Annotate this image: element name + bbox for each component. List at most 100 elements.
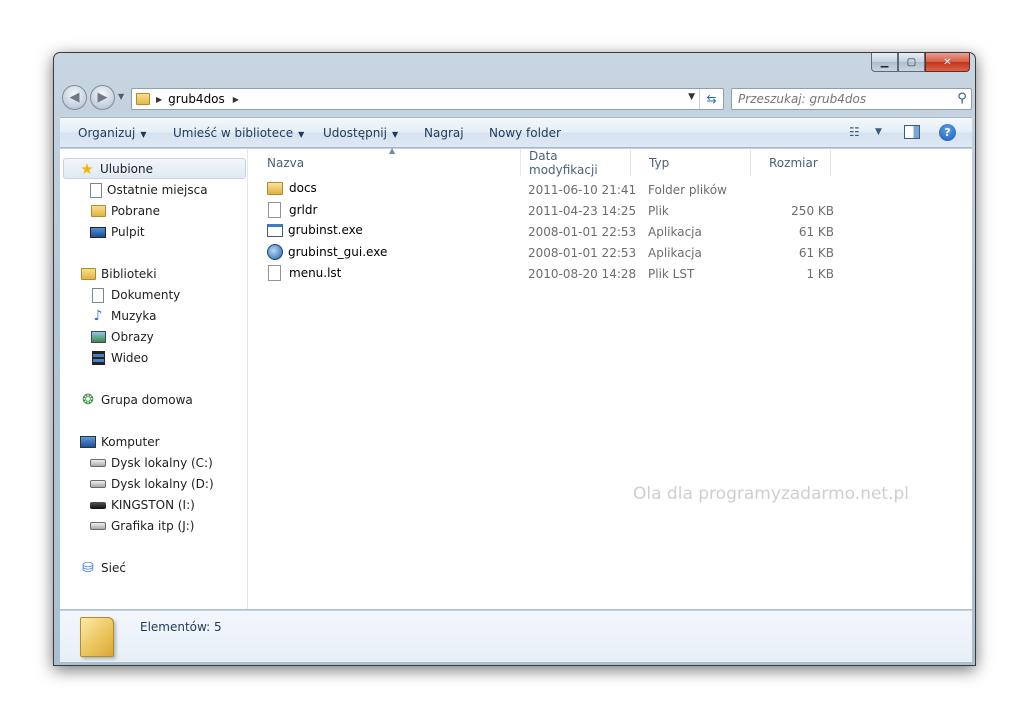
back-button[interactable]: ◀ bbox=[62, 85, 87, 110]
libraries-icon bbox=[80, 268, 96, 280]
sidebar-item-desktop[interactable]: Pulpit bbox=[90, 222, 145, 242]
sidebar-item-label: Komputer bbox=[101, 435, 160, 449]
search-icon[interactable]: ⚲ bbox=[953, 91, 967, 106]
sidebar-item-label: Sieć bbox=[101, 561, 126, 575]
breadcrumb-grub4dos[interactable]: grub4dos bbox=[168, 92, 225, 106]
file-size: 1 KB bbox=[806, 267, 834, 281]
file-type: Folder plików bbox=[648, 183, 727, 197]
burn-button[interactable]: Nagraj bbox=[424, 126, 464, 140]
usb-drive-icon bbox=[90, 501, 106, 509]
sidebar-item-label: Obrazy bbox=[111, 330, 154, 344]
table-row[interactable]: grubinst.exe 2008-01-01 22:53 Aplikacja … bbox=[249, 221, 972, 242]
table-row[interactable]: grubinst_gui.exe 2008-01-01 22:53 Aplika… bbox=[249, 242, 972, 263]
file-size: 61 KB bbox=[798, 246, 834, 260]
sidebar-item-computer[interactable]: Komputer bbox=[80, 432, 160, 452]
chevron-down-icon: ▼ bbox=[298, 130, 305, 139]
navigation-pane: ★ Ulubione Ostatnie miejsca Pobrane Pulp… bbox=[60, 149, 248, 609]
column-header-date[interactable]: Data modyfikacji bbox=[511, 148, 631, 177]
breadcrumb-chevron-icon[interactable]: ▶ bbox=[156, 95, 162, 104]
sidebar-item-homegroup[interactable]: ❂ Grupa domowa bbox=[80, 390, 193, 410]
sidebar-item-drive-i[interactable]: KINGSTON (I:) bbox=[90, 495, 195, 515]
sidebar-item-label: Pulpit bbox=[111, 225, 145, 239]
sidebar-item-music[interactable]: ♪ Muzyka bbox=[90, 306, 157, 326]
favorites-label: Ulubione bbox=[100, 161, 154, 176]
recent-pages-dropdown[interactable]: ▼ bbox=[118, 92, 124, 101]
file-size: 250 KB bbox=[791, 204, 834, 218]
address-dropdown-icon[interactable]: ▼ bbox=[688, 92, 695, 102]
computer-icon bbox=[80, 436, 96, 448]
file-name: docs bbox=[289, 181, 317, 195]
sidebar-item-label: Wideo bbox=[111, 351, 149, 365]
preview-pane-icon[interactable] bbox=[904, 125, 920, 139]
recent-places-icon bbox=[90, 182, 102, 198]
view-options-icon[interactable]: ☷ bbox=[849, 125, 860, 139]
organize-button[interactable]: Organizuj ▼ bbox=[78, 126, 146, 140]
refresh-icon[interactable]: ⇆ bbox=[699, 89, 723, 109]
network-icon: ⛁ bbox=[82, 560, 94, 576]
hard-drive-icon bbox=[90, 522, 106, 530]
file-type: Plik bbox=[648, 204, 669, 218]
help-button[interactable]: ? bbox=[939, 124, 956, 141]
folder-icon bbox=[136, 93, 150, 105]
share-button[interactable]: Udostępnij ▼ bbox=[323, 126, 398, 140]
table-row[interactable]: docs 2011-06-10 21:41 Folder plików bbox=[249, 179, 972, 200]
maximize-button[interactable]: ▢ bbox=[898, 53, 925, 72]
address-bar[interactable]: ▶ grub4dos ▶ ▼ ⇆ bbox=[131, 88, 724, 110]
column-header-label: Data modyfikacji bbox=[529, 148, 598, 177]
table-row[interactable]: grldr 2011-04-23 14:25 Plik 250 KB bbox=[249, 200, 972, 221]
share-label: Udostępnij bbox=[323, 126, 387, 140]
sidebar-item-drive-j[interactable]: Grafika itp (J:) bbox=[90, 516, 194, 536]
homegroup-icon: ❂ bbox=[82, 392, 94, 408]
content-area: ★ Ulubione Ostatnie miejsca Pobrane Pulp… bbox=[60, 146, 972, 609]
explorer-window: ▁ ▢ ✕ ◀ ▶ ▼ ▶ grub4dos ▶ ▼ ⇆ ⚲ Organizuj… bbox=[53, 52, 976, 666]
file-size: 61 KB bbox=[798, 225, 834, 239]
include-library-label: Umieść w bibliotece bbox=[173, 126, 294, 140]
organize-label: Organizuj bbox=[78, 126, 136, 140]
forward-button[interactable]: ▶ bbox=[90, 85, 115, 110]
column-header-type[interactable]: Typ bbox=[631, 149, 751, 176]
file-type: Aplikacja bbox=[648, 225, 702, 239]
system-drive-icon bbox=[90, 459, 106, 467]
item-count: Elementów: 5 bbox=[140, 620, 222, 634]
table-row[interactable]: menu.lst 2010-08-20 14:28 Plik LST 1 KB bbox=[249, 263, 972, 284]
search-input[interactable] bbox=[731, 88, 972, 110]
file-name: grubinst_gui.exe bbox=[288, 245, 388, 259]
view-dropdown-icon[interactable]: ▼ bbox=[875, 127, 882, 137]
new-folder-button[interactable]: Nowy folder bbox=[489, 126, 561, 140]
arrow-left-icon: ◀ bbox=[69, 90, 80, 105]
sidebar-item-drive-d[interactable]: Dysk lokalny (D:) bbox=[90, 474, 214, 494]
large-folder-icon bbox=[80, 617, 114, 657]
desktop-icon bbox=[90, 226, 106, 238]
sidebar-item-videos[interactable]: Wideo bbox=[90, 348, 148, 368]
close-button[interactable]: ✕ bbox=[925, 53, 970, 72]
file-date: 2010-08-20 14:28 bbox=[528, 267, 637, 281]
folder-icon bbox=[267, 181, 283, 195]
file-name: grldr bbox=[289, 203, 318, 217]
column-header-label: Nazva bbox=[267, 155, 305, 170]
sidebar-item-drive-c[interactable]: Dysk lokalny (C:) bbox=[90, 453, 213, 473]
breadcrumb-chevron-icon[interactable]: ▶ bbox=[233, 95, 239, 104]
file-icon bbox=[268, 265, 281, 281]
sidebar-item-pictures[interactable]: Obrazy bbox=[90, 327, 154, 347]
sidebar-item-network[interactable]: ⛁ Sieć bbox=[80, 558, 126, 578]
sidebar-item-libraries[interactable]: Biblioteki bbox=[80, 264, 157, 284]
sidebar-item-favorites[interactable]: ★ Ulubione bbox=[63, 158, 246, 179]
column-header-label: Typ bbox=[649, 155, 670, 170]
file-date: 2008-01-01 22:53 bbox=[528, 246, 637, 260]
hard-drive-icon bbox=[90, 480, 106, 488]
column-header-size[interactable]: Rozmiar bbox=[751, 149, 831, 176]
watermark-text: Ola dla programyzadarmo.net.pl bbox=[633, 484, 910, 504]
column-header-name[interactable]: Nazva ▲ bbox=[249, 146, 521, 176]
include-in-library-button[interactable]: Umieść w bibliotece ▼ bbox=[173, 126, 304, 140]
sidebar-item-documents[interactable]: Dokumenty bbox=[90, 285, 180, 305]
minimize-button[interactable]: ▁ bbox=[871, 53, 898, 72]
sidebar-item-label: Grafika itp (J:) bbox=[111, 519, 195, 533]
app-globe-icon bbox=[267, 244, 283, 260]
navigation-bar: ◀ ▶ ▼ ▶ grub4dos ▶ ▼ ⇆ ⚲ bbox=[60, 83, 972, 113]
star-icon: ★ bbox=[80, 159, 94, 178]
sidebar-item-label: Ostatnie miejsca bbox=[107, 183, 208, 197]
sidebar-item-downloads[interactable]: Pobrane bbox=[90, 201, 160, 221]
sort-ascending-icon: ▲ bbox=[389, 146, 396, 155]
caption-buttons: ▁ ▢ ✕ bbox=[871, 53, 970, 73]
sidebar-item-recent-places[interactable]: Ostatnie miejsca bbox=[90, 180, 208, 200]
